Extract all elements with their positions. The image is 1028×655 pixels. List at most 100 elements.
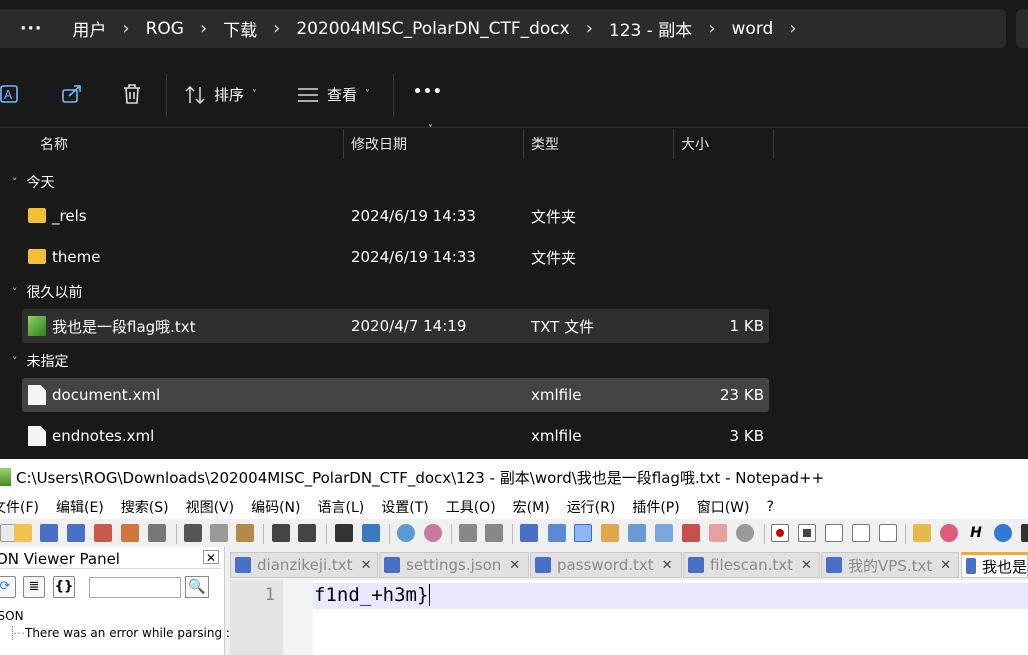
menu-view[interactable]: 视图(V) (186, 497, 235, 517)
address-bar[interactable]: ··· 用户 › ROG › 下载 › 202004MISC_PolarDN_C… (0, 9, 1006, 48)
file-row[interactable]: document.xml xmlfile 23 KB (22, 378, 769, 412)
sync-horizontal-icon[interactable] (485, 524, 503, 542)
column-divider[interactable] (773, 129, 774, 159)
overflow-icon[interactable] (1021, 524, 1028, 542)
play-multiple-icon[interactable] (852, 524, 870, 542)
menu-window[interactable]: 窗口(W) (697, 497, 750, 517)
tab-dianzikeji[interactable]: dianzikeji.txt ✕ (230, 552, 378, 578)
close-icon[interactable]: ✕ (203, 550, 219, 565)
chevron-right-icon[interactable]: › (704, 18, 719, 39)
column-header-name[interactable]: 名称 (33, 129, 344, 159)
sort-button[interactable]: 排序 ˅ (184, 84, 257, 105)
open-file-icon[interactable] (14, 524, 32, 542)
json-tree-error-node[interactable]: ⋯There was an error while parsing : (12, 626, 230, 640)
group-header-today[interactable]: ˅ 今天 (12, 172, 55, 192)
find-icon[interactable] (335, 524, 353, 542)
save-icon[interactable] (40, 524, 58, 542)
menu-edit[interactable]: 编辑(E) (56, 497, 104, 517)
more-options-button[interactable]: ••• (413, 84, 443, 100)
tab-settings-json[interactable]: settings.json ✕ (379, 552, 529, 578)
delete-icon[interactable] (120, 82, 144, 106)
file-row[interactable]: 我也是一段flag哦.txt 2020/4/7 14:19 TXT 文件 1 K… (22, 309, 769, 343)
breadcrumb-users[interactable]: 用户 (60, 16, 118, 41)
chevron-right-icon[interactable]: › (582, 18, 597, 39)
close-tab-icon[interactable]: ✕ (940, 558, 951, 573)
refresh-icon[interactable]: ⟳ (0, 576, 16, 598)
doc-map-icon[interactable] (628, 524, 646, 542)
json-search-input[interactable] (89, 577, 181, 598)
html-tag-icon[interactable]: H (967, 524, 985, 542)
column-header-size[interactable]: 大小 (674, 129, 773, 159)
paste-icon[interactable] (236, 524, 254, 542)
breadcrumb-word[interactable]: word (720, 19, 786, 39)
menu-settings[interactable]: 设置(T) (381, 497, 428, 517)
monitor-icon[interactable] (736, 524, 754, 542)
menu-macro[interactable]: 宏(M) (513, 497, 550, 517)
breadcrumb-docx-folder[interactable]: 202004MISC_PolarDN_CTF_docx (284, 19, 581, 39)
menu-language[interactable]: 语言(L) (318, 497, 365, 517)
rename-icon[interactable]: A (0, 82, 24, 106)
menu-tools[interactable]: 工具(O) (446, 497, 496, 517)
menu-run[interactable]: 运行(R) (567, 497, 616, 517)
tab-password[interactable]: password.txt ✕ (530, 552, 682, 578)
file-row[interactable]: endnotes.xml xmlfile 3 KB (22, 419, 769, 453)
zoom-in-icon[interactable] (397, 524, 415, 542)
function-list-icon[interactable] (655, 524, 673, 542)
lang-icon[interactable] (601, 524, 619, 542)
share-icon[interactable] (60, 82, 84, 106)
column-header-type[interactable]: 类型 (524, 129, 673, 159)
cut-icon[interactable] (184, 524, 202, 542)
more-path-button[interactable]: ··· (0, 19, 60, 39)
play-macro-icon[interactable] (825, 524, 843, 542)
folder-workspace-icon[interactable] (682, 524, 700, 542)
browser-icon[interactable] (994, 524, 1012, 542)
menu-encoding[interactable]: 编码(N) (251, 497, 300, 517)
redo-icon[interactable] (298, 524, 316, 542)
close-tab-icon[interactable]: ✕ (801, 558, 812, 573)
menu-plugins[interactable]: 插件(P) (632, 497, 679, 517)
close-tab-icon[interactable]: ✕ (509, 558, 520, 573)
save-macro-icon[interactable] (879, 524, 897, 542)
npp-title-bar[interactable]: C:\Users\ROG\Downloads\202004MISC_PolarD… (0, 459, 1028, 495)
format-icon[interactable]: ≣ (23, 576, 45, 598)
breadcrumb-downloads[interactable]: 下载 (211, 16, 269, 41)
search-box-edge[interactable] (1016, 9, 1028, 48)
json-tree-root[interactable]: JSON (0, 609, 24, 623)
heart-icon[interactable] (940, 524, 958, 542)
column-header-date[interactable]: 修改日期 (344, 129, 523, 159)
show-all-chars-icon[interactable] (548, 524, 566, 542)
menu-file[interactable]: 文件(F) (0, 497, 39, 517)
chevron-right-icon[interactable]: › (118, 18, 133, 39)
editor-line-content[interactable]: f1nd_+h3m} (314, 584, 431, 606)
record-macro-icon[interactable] (771, 524, 789, 542)
file-row[interactable]: _rels 2024/6/19 14:33 文件夹 (22, 199, 769, 233)
editor-area[interactable]: 1 f1nd_+h3m} (230, 580, 1028, 655)
breadcrumb-copy-folder[interactable]: 123 - 副本 (597, 16, 704, 41)
braces-icon[interactable]: {} (53, 576, 75, 598)
zoom-out-icon[interactable] (424, 524, 442, 542)
replace-icon[interactable] (362, 524, 380, 542)
file-row[interactable]: theme 2024/6/19 14:33 文件夹 (22, 240, 769, 274)
tab-vps[interactable]: 我的VPS.txt ✕ (821, 552, 959, 578)
view-button[interactable]: 查看 ˅ (297, 84, 370, 105)
print-icon[interactable] (148, 524, 166, 542)
tab-active-flag-file[interactable]: 我也是 (961, 552, 1028, 578)
indent-guide-icon[interactable] (574, 524, 592, 542)
breadcrumb-rog[interactable]: ROG (134, 19, 196, 39)
menu-help[interactable]: ? (767, 499, 774, 515)
group-header-long-ago[interactable]: ˅ 很久以前 (12, 282, 83, 302)
close-all-icon[interactable] (121, 524, 139, 542)
plugin-icon[interactable] (913, 524, 931, 542)
close-file-icon[interactable] (94, 524, 112, 542)
project-icon[interactable] (709, 524, 727, 542)
sync-vertical-icon[interactable] (459, 524, 477, 542)
menu-search[interactable]: 搜索(S) (121, 497, 169, 517)
undo-icon[interactable] (272, 524, 290, 542)
copy-icon[interactable] (210, 524, 228, 542)
search-icon[interactable]: 🔍 (185, 576, 209, 598)
chevron-right-icon[interactable]: › (785, 18, 800, 39)
stop-macro-icon[interactable] (798, 524, 816, 542)
chevron-right-icon[interactable]: › (196, 18, 211, 39)
close-tab-icon[interactable]: ✕ (662, 558, 673, 573)
chevron-right-icon[interactable]: › (269, 18, 284, 39)
